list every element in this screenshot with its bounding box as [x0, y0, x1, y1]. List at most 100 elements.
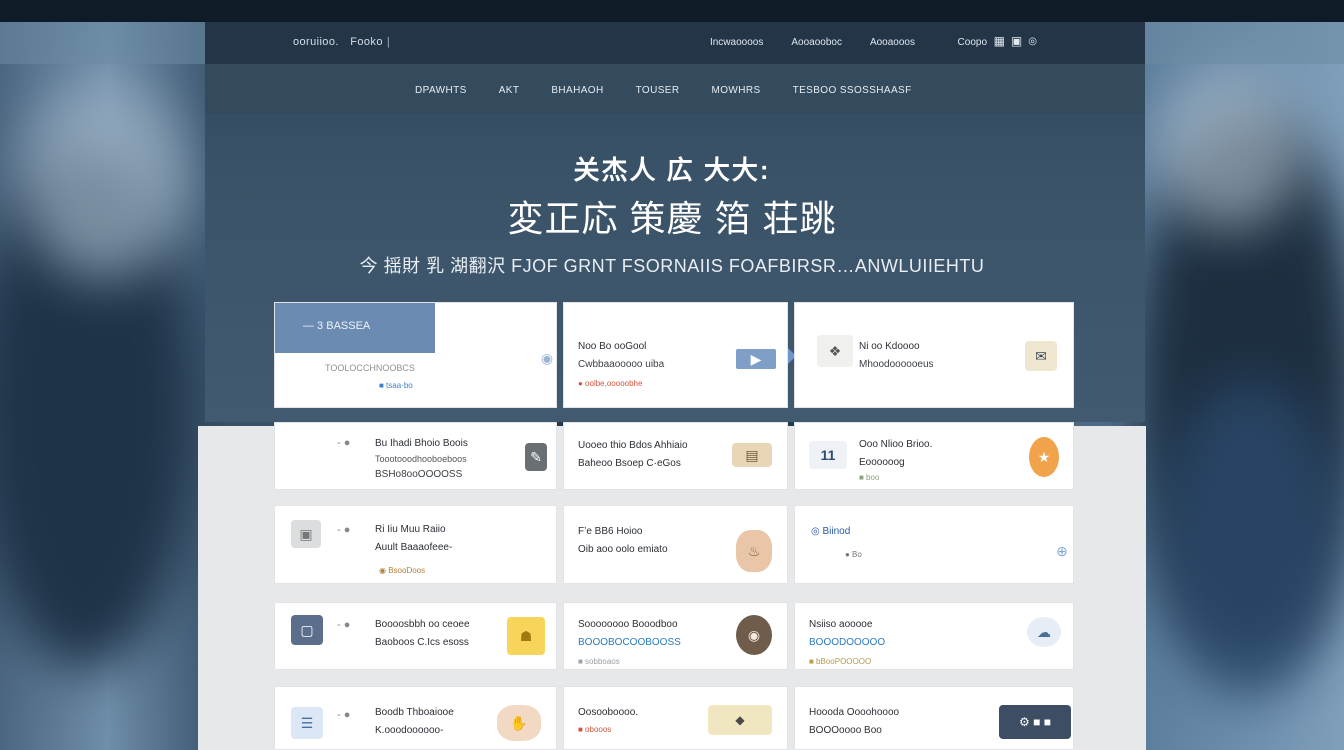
card-subtitle: Oib aoo oolo emiato	[578, 544, 668, 555]
document-icon[interactable]: ✎	[525, 443, 547, 471]
card-subtitle: Eoooooog	[859, 457, 905, 468]
card[interactable]: Soooooooo Booodboo BOOOBOCOOBOOSS ■ sobb…	[563, 602, 788, 670]
card-title: Boooosbbh oo ceoee	[375, 619, 470, 630]
card-subtitle: BOOODOOOOO	[809, 637, 886, 648]
card-subtitle: BOOOoooo Boo	[809, 725, 882, 736]
hero-subtitle: 今 揺財 乳 湖翻沢 FJOF GRNT FSORNAIIS FOAFBIRSR…	[359, 256, 985, 276]
card-title: Ri Iiu Muu Raiio	[375, 524, 446, 535]
bullet: - ●	[337, 709, 351, 721]
card-subtitle: Mhoodoooooeus	[859, 359, 934, 370]
card-title: F’e BB6 Hoioo	[578, 526, 643, 537]
card-tag: ● Bo	[845, 550, 862, 559]
info-icon[interactable]: ◎	[1028, 36, 1037, 47]
card-tag: ● oolbe,ooooobhe	[578, 379, 643, 388]
card-meta: BSHo8ooOOOOSS	[375, 469, 463, 480]
video-icon[interactable]: ▶	[736, 349, 776, 369]
nav-item[interactable]: DPAWHTS	[415, 85, 467, 96]
envelope-icon[interactable]: ✉	[1025, 341, 1057, 371]
image-icon: ▣	[291, 520, 321, 548]
card-subtitle: K.ooodoooooo-	[375, 725, 444, 736]
nav-item[interactable]: BHAHAOH	[551, 85, 603, 96]
card-title: Soooooooo Booodboo	[578, 619, 678, 630]
plus-circle-icon[interactable]: ⊕	[1053, 542, 1071, 560]
hero-title: 変正応 策慶 箔 荘跳	[507, 198, 837, 239]
ticket-icon[interactable]: ▤	[732, 443, 772, 467]
card-title: ◎ Biinod	[811, 526, 851, 537]
card-subtitle: Baoboos C.Ics esoss	[375, 637, 469, 648]
header-nav-item[interactable]: Aooaooos	[870, 37, 915, 48]
bookmark-icon[interactable]: ▣	[1011, 34, 1022, 48]
number-icon: 11	[809, 441, 847, 469]
site-header: ooruiioo. Fooko | Incwaoooos Aooaooboc Ao…	[205, 22, 1145, 64]
card[interactable]: Hoooda Oooohoooo BOOOoooo Boo ⚙ ■ ■	[794, 686, 1074, 750]
bullet: - ●	[337, 437, 351, 449]
card[interactable]: - ● Bu Ihadi Bhoio Boois Toootooodhooboe…	[274, 422, 557, 490]
tools-icon[interactable]: ⚙ ■ ■	[999, 705, 1071, 739]
main-nav: DPAWHTS AKT BHAHAOH TOUSER MOWHRS TESBOO…	[205, 64, 1145, 114]
header-nav-item[interactable]: Incwaoooos	[710, 37, 763, 48]
nav-item[interactable]: TESBOO SSOSSHAASF	[793, 85, 912, 96]
brand-sub: Fooko	[350, 36, 383, 48]
card-subtitle: Baheoo Bsoep C·eGos	[578, 458, 681, 469]
cloud-icon[interactable]: ☁	[1027, 617, 1061, 647]
bag-icon[interactable]: ☗	[507, 617, 545, 655]
card[interactable]: F’e BB6 Hoioo Oib aoo oolo emiato ♨	[563, 505, 788, 584]
card[interactable]: ◎ Biinod ● Bo ⊕	[794, 505, 1074, 584]
card-tag: ◉ BsooDoos	[379, 566, 426, 575]
card-title: Nsiiso aooooe	[809, 619, 873, 630]
card-tag: ■ sobboaos	[578, 657, 620, 666]
card-subtitle: Cwbbaaooooo uiba	[578, 359, 665, 370]
bell-icon[interactable]: ★	[1029, 437, 1059, 477]
card-meta: TOOLOCCHNOOBCS	[325, 363, 415, 373]
bullet: - ●	[337, 619, 351, 631]
card[interactable]: ▣ - ● Ri Iiu Muu Raiio Auult Baaaofeee- …	[274, 505, 557, 584]
hand-icon[interactable]: ✋	[497, 705, 541, 741]
card-subtitle: BOOOBOCOOBOOSS	[578, 637, 681, 648]
nav-item[interactable]: AKT	[499, 85, 520, 96]
card-title: Ni oo Kdoooo	[859, 341, 920, 352]
card[interactable]: Nsiiso aooooe BOOODOOOOO ■ bBooPOOOOO ☁	[794, 602, 1074, 670]
card-title: Noo Bo ooGool	[578, 341, 647, 352]
card-subtitle: Toootooodhooboeboos	[375, 454, 467, 464]
header-search-label[interactable]: Coopo	[958, 37, 987, 48]
card[interactable]: Oosooboooo. ■ obooos ◆	[563, 686, 788, 750]
card-ribbon: — 3 BASSEA	[275, 303, 435, 353]
card-tag: ■ obooos	[578, 725, 612, 734]
expand-icon[interactable]: ◉	[539, 349, 555, 367]
notes-icon: ☰	[291, 707, 323, 739]
header-nav-item[interactable]: Aooaooboc	[791, 37, 842, 48]
header-icons: ▦ ▣ ◎	[994, 34, 1037, 48]
card-title: Bu Ihadi Bhoio Boois	[375, 438, 468, 449]
card-title: Hoooda Oooohoooo	[809, 707, 900, 718]
card-title: Oosooboooo.	[578, 707, 639, 718]
nav-item[interactable]: MOWHRS	[712, 85, 761, 96]
card-title: Uooeo thio Bdos Ahhiaio	[578, 440, 688, 451]
jar-icon[interactable]: ♨	[736, 530, 772, 572]
card-tag: ■ bBooPOOOOO	[809, 657, 872, 666]
card[interactable]: ▢ - ● Boooosbbh oo ceoee Baoboos C.Ics e…	[274, 602, 557, 670]
card[interactable]: 11 Ooo Nlioo Brioo. Eoooooog ■ boo ★	[794, 422, 1074, 490]
brand-name: ooruiioo.	[293, 36, 339, 48]
card-title: Boodb Thboaiooe	[375, 707, 454, 718]
ribbon-label: — 3 BASSEA	[303, 320, 371, 332]
grid-icon[interactable]: ▦	[994, 34, 1005, 48]
pot-icon[interactable]: ◉	[736, 615, 772, 655]
card[interactable]: ☰ - ● Boodb Thboaiooe K.ooodoooooo- ✋	[274, 686, 557, 750]
brand[interactable]: ooruiioo. Fooko |	[293, 36, 394, 48]
card[interactable]: Noo Bo ooGool Cwbbaaooooo uiba ● oolbe,o…	[563, 302, 788, 408]
tablet-icon: ▢	[291, 615, 323, 645]
card[interactable]: ❖ Ni oo Kdoooo Mhoodoooooeus ✉	[794, 302, 1074, 408]
card-title: Ooo Nlioo Brioo.	[859, 439, 933, 450]
card[interactable]: Uooeo thio Bdos Ahhiaio Baheoo Bsoep C·e…	[563, 422, 788, 490]
pattern-icon: ❖	[817, 335, 853, 367]
card-subtitle: Auult Baaaofeee-	[375, 542, 453, 553]
bullet: - ●	[337, 524, 351, 536]
top-edge-bar	[0, 0, 1344, 22]
card[interactable]: — 3 BASSEA TOOLOCCHNOOBCS ■ tsaa·bo ◉	[274, 302, 557, 408]
nav-item[interactable]: TOUSER	[636, 85, 680, 96]
card-tag: ■ tsaa·bo	[379, 381, 413, 390]
card-tag: ■ boo	[859, 473, 880, 482]
header-nav: Incwaoooos Aooaooboc Aooaooos	[710, 37, 915, 48]
hero-kicker: 关杰人 広 大大:	[573, 155, 771, 185]
badge-icon[interactable]: ◆	[708, 705, 772, 735]
